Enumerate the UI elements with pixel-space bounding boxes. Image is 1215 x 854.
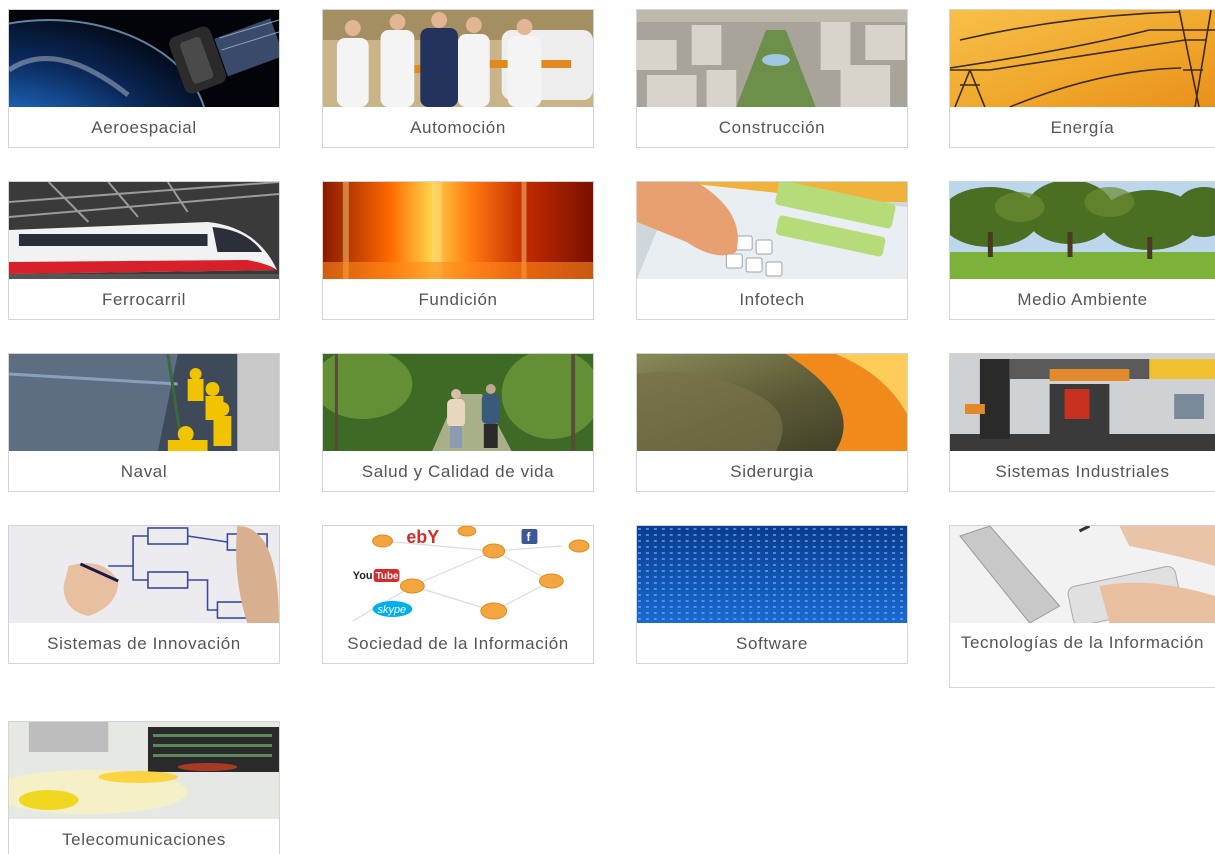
sector-label: Salud y Calidad de vida (361, 462, 555, 481)
sector-label: Fundición (418, 290, 498, 309)
sector-label: Software (736, 634, 808, 653)
molten-metal-icon (323, 182, 593, 279)
sector-label: Automoción (410, 118, 506, 137)
train-icon (9, 182, 279, 279)
sector-label: Siderurgia (730, 462, 814, 481)
ship-crew-icon (9, 354, 279, 451)
sector-label: Tecnologías de la Información (960, 633, 1205, 652)
satellite-icon (9, 10, 279, 107)
sector-card-software[interactable]: Software (636, 525, 908, 664)
sector-label: Aeroespacial (91, 118, 197, 137)
sector-card-naval[interactable]: Naval (8, 353, 280, 492)
sector-label: Telecomunicaciones (62, 830, 226, 849)
city-aerial-icon (637, 10, 907, 107)
steel-foil-icon (637, 354, 907, 451)
sector-card-telecomunicaciones[interactable]: Telecomunicaciones (8, 721, 280, 854)
industrial-machine-icon (950, 354, 1215, 451)
sector-label: Medio Ambiente (1017, 290, 1148, 309)
sector-card-sociedad-informacion[interactable]: ebY f You Tube skype Sociedad de la Info… (322, 525, 594, 664)
sector-label: Construcción (718, 118, 826, 137)
sector-card-construccion[interactable]: Construcción (636, 9, 908, 148)
sector-card-automocion[interactable]: Automoción (322, 9, 594, 148)
sector-card-medio-ambiente[interactable]: Medio Ambiente (949, 181, 1215, 320)
facebook-logo: f (526, 530, 530, 544)
sector-grid: Aeroespacial Automoción Construcción Ene… (0, 0, 1215, 854)
sector-label: Energía (1050, 118, 1115, 137)
sector-label: Infotech (739, 290, 805, 309)
social-network-icon: ebY f You Tube skype (323, 526, 593, 623)
sector-label: Naval (120, 462, 168, 481)
server-light-icon (9, 722, 279, 819)
sector-card-energia[interactable]: Energía (949, 9, 1215, 148)
sector-card-sistemas-industriales[interactable]: Sistemas Industriales (949, 353, 1215, 492)
sector-card-ferrocarril[interactable]: Ferrocarril (8, 181, 280, 320)
youtube-tube-text: Tube (376, 571, 399, 582)
sector-label: Sistemas de Innovación (47, 634, 241, 653)
sector-label: Ferrocarril (101, 290, 187, 309)
ebay-logo: ebY (406, 527, 439, 547)
power-pylon-icon (950, 10, 1215, 107)
sector-card-tecnologias-informacion[interactable]: Tecnologías de la Información (949, 525, 1215, 688)
sector-card-infotech[interactable]: Infotech (636, 181, 908, 320)
sector-card-salud[interactable]: Salud y Calidad de vida (322, 353, 594, 492)
sector-card-fundicion[interactable]: Fundición (322, 181, 594, 320)
sector-card-aeroespacial[interactable]: Aeroespacial (8, 9, 280, 148)
sector-label: Sistemas Industriales (995, 462, 1170, 481)
sector-card-siderurgia[interactable]: Siderurgia (636, 353, 908, 492)
youtube-logo: You (353, 570, 373, 582)
lab-team-icon (323, 10, 593, 107)
flowchart-drawing-icon (9, 526, 279, 623)
trees-icon (950, 182, 1215, 279)
touch-keyboard-icon (637, 182, 907, 279)
sector-label: Sociedad de la Información (347, 634, 569, 653)
forest-walk-icon (323, 354, 593, 451)
handheld-device-icon (950, 526, 1215, 623)
skype-logo: skype (378, 604, 406, 616)
binary-code-icon (637, 526, 907, 623)
sector-card-sistemas-innovacion[interactable]: Sistemas de Innovación (8, 525, 280, 664)
